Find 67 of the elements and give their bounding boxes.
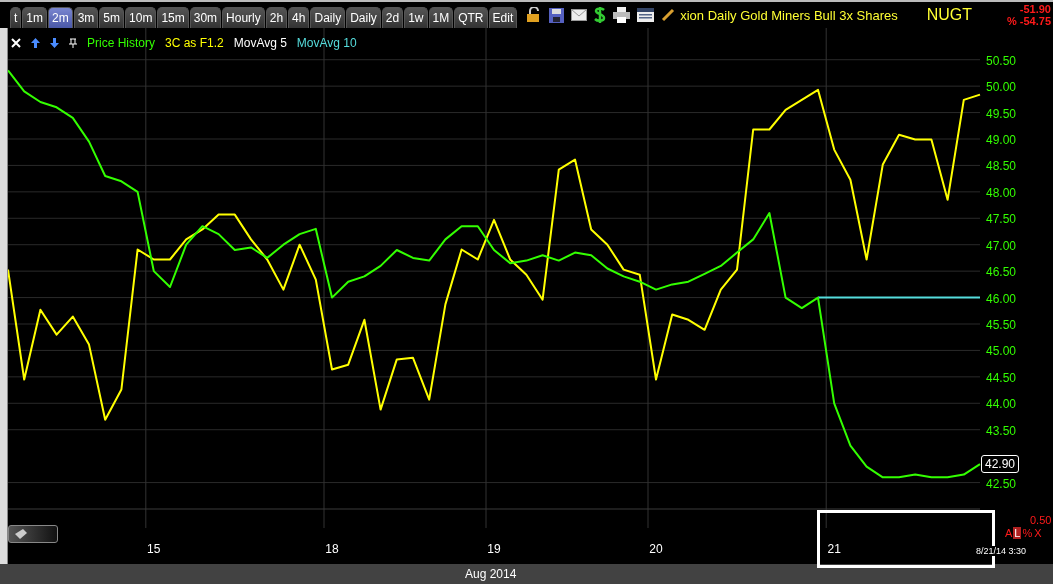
timeframe-tab[interactable]: 4h — [288, 7, 310, 28]
timeframe-tab[interactable]: Daily — [346, 7, 381, 28]
timeframe-tab[interactable]: 1w — [404, 7, 428, 28]
scale-mode-button[interactable]: A — [1004, 527, 1014, 539]
timeframe-tab[interactable]: Daily — [310, 7, 346, 28]
percent-change: % -54.75 — [1006, 15, 1051, 27]
axis-label: 45.50 — [986, 318, 1017, 332]
save-icon[interactable] — [549, 7, 565, 23]
legend-label: 3C as F1.2 — [165, 36, 224, 50]
price-change: -51.90 — [1019, 3, 1051, 15]
close-icon[interactable] — [11, 38, 21, 48]
axis-label: 15 — [147, 542, 161, 556]
printer-icon[interactable] — [613, 7, 631, 23]
timeframe-tab[interactable]: Hourly — [222, 7, 265, 28]
down-arrow-icon[interactable] — [50, 38, 59, 48]
axis-label: 47.00 — [986, 238, 1017, 253]
timestamp: 8/21/14 3:30 — [976, 546, 1027, 556]
scale-step: 0.50 — [1030, 514, 1052, 526]
scale-mode-button[interactable]: % — [1021, 527, 1034, 539]
axis-label: 19 — [487, 542, 501, 556]
mail-icon[interactable] — [571, 9, 588, 21]
legend-label: MovAvg 5 — [233, 36, 287, 50]
axis-label: 21 — [827, 542, 841, 556]
scale-mode-button[interactable]: X — [1033, 527, 1043, 539]
axis-label: 48.50 — [986, 159, 1017, 174]
up-arrow-icon[interactable] — [31, 38, 40, 48]
instrument-title: xion Daily Gold Miners Bull 3x Shares — [680, 7, 898, 23]
legend-label: Price History — [87, 36, 155, 50]
pencil-icon[interactable] — [661, 8, 676, 22]
timeframe-tab[interactable]: Edit — [488, 7, 518, 28]
scale-mode-button[interactable]: L — [1013, 527, 1022, 539]
axis-label: 49.50 — [986, 106, 1017, 121]
legend-label: MovAvg 10 — [296, 36, 357, 50]
timeframe-tab[interactable]: 2d — [381, 7, 404, 28]
pointer-icon — [15, 529, 27, 539]
timeframe-tab[interactable]: t — [10, 7, 22, 28]
timeframe-tab[interactable]: 1M — [428, 7, 454, 28]
timeframe-tab[interactable]: 15m — [157, 7, 189, 28]
axis-label: 20 — [649, 542, 663, 556]
current-price-label: 42.90 — [981, 455, 1020, 473]
axis-label: 43.50 — [986, 423, 1017, 438]
timeframe-tab[interactable]: 3m — [73, 7, 99, 28]
period-label: Aug 2014 — [465, 567, 517, 581]
axis-label: 50.00 — [986, 80, 1017, 95]
axis-label: 50.50 — [986, 53, 1017, 68]
timeframe-tab[interactable]: 1m — [22, 7, 47, 28]
axis-label: 46.50 — [986, 265, 1017, 280]
scroll-button[interactable] — [8, 525, 58, 543]
axis-label: 44.00 — [986, 397, 1017, 412]
ticker-symbol: NUGT — [926, 6, 973, 24]
axis-label: 42.50 — [986, 476, 1017, 491]
timeframe-tab[interactable]: 30m — [189, 7, 222, 28]
axis-label: 18 — [325, 542, 339, 556]
axis-label: 49.00 — [986, 133, 1017, 147]
axis-label: 45.00 — [986, 344, 1017, 359]
axis-label: 44.50 — [986, 370, 1017, 385]
timeframe-tab[interactable]: 2m — [48, 7, 73, 28]
timeframe-tab[interactable]: 10m — [125, 7, 157, 28]
axis-label: 47.50 — [986, 212, 1017, 227]
timeframe-tab[interactable]: 2h — [265, 7, 288, 28]
calendar-icon[interactable] — [637, 8, 655, 22]
dollar-icon[interactable] — [594, 6, 607, 24]
pin-icon[interactable] — [69, 38, 77, 48]
axis-label: 48.00 — [986, 185, 1017, 200]
timeframe-tab[interactable]: QTR — [454, 7, 488, 28]
axis-label: 46.00 — [986, 291, 1017, 306]
timeframe-tab[interactable]: 5m — [99, 7, 125, 28]
